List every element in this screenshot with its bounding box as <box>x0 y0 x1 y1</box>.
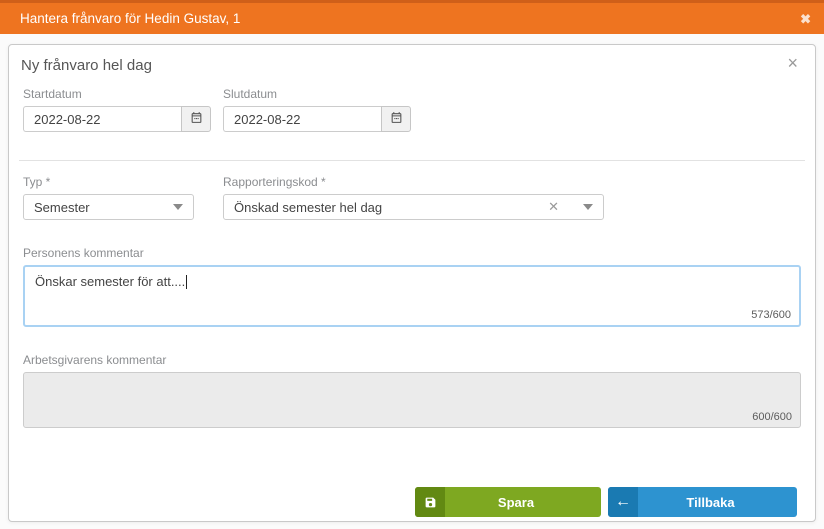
personens-kommentar-counter: 573/600 <box>751 309 791 321</box>
panel-header: Ny frånvaro hel dag × <box>9 45 815 75</box>
arbetsgivarens-kommentar-counter: 600/600 <box>752 411 792 423</box>
rapporteringskod-field: Rapporteringskod * Önskad semester hel d… <box>223 175 604 220</box>
personens-kommentar-textarea[interactable]: Önskar semester för att.... 573/600 <box>23 265 801 327</box>
slutdatum-label: Slutdatum <box>223 87 278 101</box>
typ-field: Typ * Semester <box>23 175 194 220</box>
arbetsgivarens-kommentar-label: Arbetsgivarens kommentar <box>23 353 167 367</box>
rapporteringskod-selected-value: Önskad semester hel dag <box>234 199 383 215</box>
select-row: Typ * Semester Rapporteringskod * Önskad… <box>23 175 801 220</box>
close-icon[interactable]: ✖ <box>800 12 811 25</box>
typ-label: Typ * <box>23 175 51 189</box>
dialog-titlebar: Hantera frånvaro för Hedin Gustav, 1 ✖ <box>0 0 824 34</box>
rapporteringskod-select[interactable]: Önskad semester hel dag ✕ <box>223 194 604 220</box>
startdatum-field: Startdatum <box>23 87 211 132</box>
startdatum-input-group <box>23 106 211 132</box>
rapporteringskod-label: Rapporteringskod * <box>223 175 326 189</box>
personens-kommentar-text: Önskar semester för att.... <box>35 274 186 289</box>
slutdatum-field: Slutdatum <box>223 87 411 132</box>
text-caret <box>186 275 188 289</box>
absence-form-panel: Ny frånvaro hel dag × Startdatum Slutdat… <box>8 44 816 522</box>
panel-close-icon[interactable]: × <box>787 54 798 72</box>
clear-icon[interactable]: ✕ <box>548 199 559 215</box>
arbetsgivarens-kommentar-textarea: 600/600 <box>23 372 801 428</box>
startdatum-calendar-button[interactable] <box>181 106 211 132</box>
typ-selected-value: Semester <box>34 199 90 215</box>
startdatum-label: Startdatum <box>23 87 82 101</box>
section-divider <box>19 160 805 161</box>
slutdatum-calendar-button[interactable] <box>381 106 411 132</box>
tillbaka-button-label: Tillbaka <box>686 494 735 510</box>
absence-form: Startdatum Slutdatum <box>9 87 815 428</box>
slutdatum-input-group <box>223 106 411 132</box>
chevron-down-icon[interactable] <box>583 204 593 210</box>
date-row: Startdatum Slutdatum <box>23 87 801 132</box>
panel-title: Ny frånvaro hel dag <box>21 57 152 74</box>
spara-button[interactable]: Spara <box>415 487 601 517</box>
calendar-icon <box>390 111 403 127</box>
dialog-title: Hantera frånvaro för Hedin Gustav, 1 <box>20 11 241 26</box>
tillbaka-button[interactable]: ← Tillbaka <box>608 487 797 517</box>
chevron-down-icon[interactable] <box>173 204 183 210</box>
spara-button-label: Spara <box>497 494 535 510</box>
slutdatum-input[interactable] <box>223 106 381 132</box>
startdatum-input[interactable] <box>23 106 181 132</box>
personens-kommentar-label: Personens kommentar <box>23 246 144 260</box>
save-icon <box>415 487 445 517</box>
typ-select[interactable]: Semester <box>23 194 194 220</box>
calendar-icon <box>190 111 203 127</box>
arrow-left-icon: ← <box>608 487 638 517</box>
